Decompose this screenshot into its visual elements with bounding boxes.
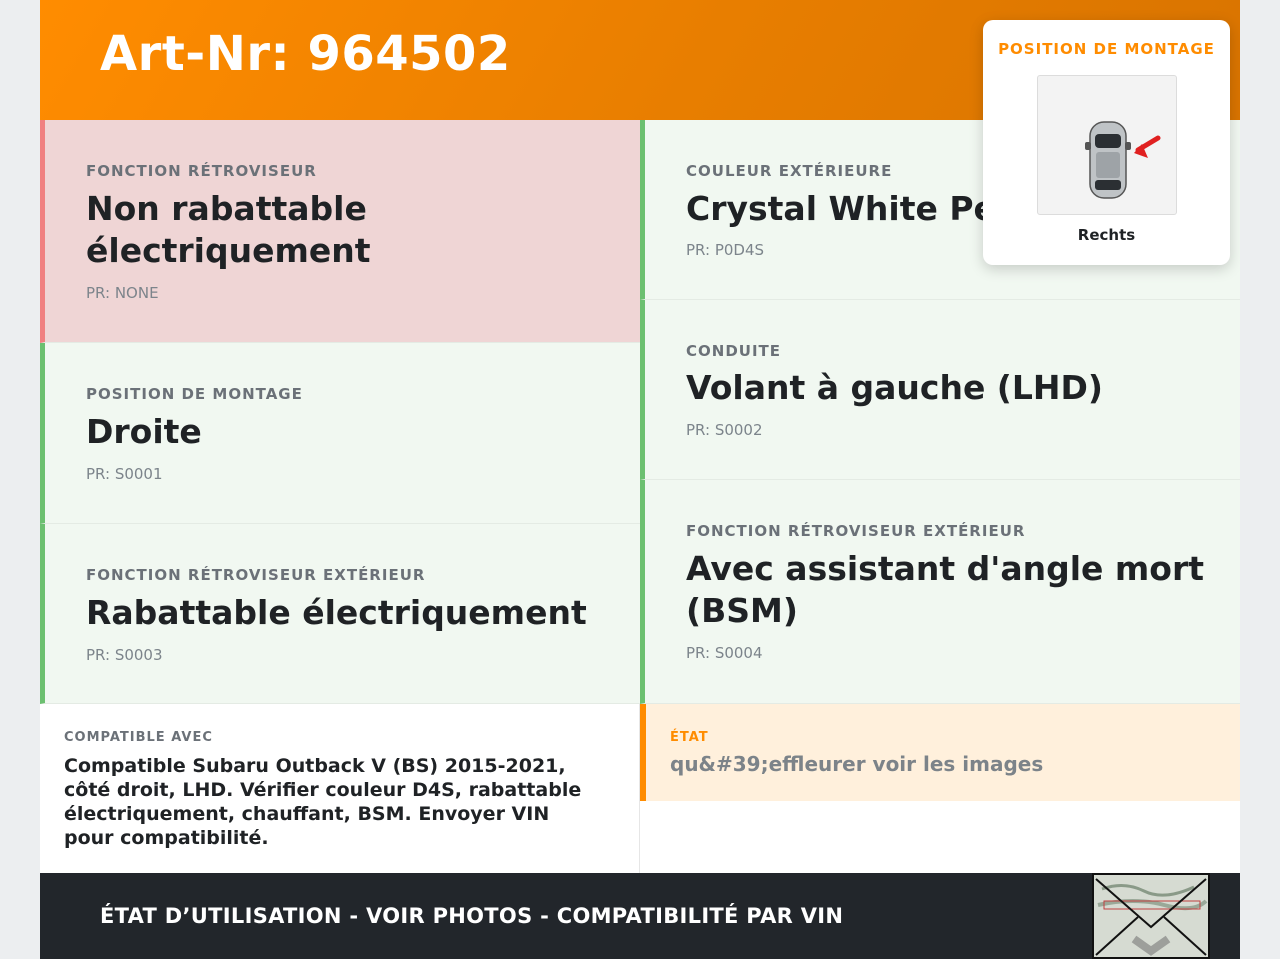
spec-value: électriquement xyxy=(86,231,371,270)
spec-card-mirror-function: FONCTION RÉTROVISEUR Non rabattable élec… xyxy=(40,120,640,343)
document-thumbnail[interactable] xyxy=(1092,873,1210,959)
spec-value: Avec assistant d'angle mort xyxy=(686,549,1205,588)
spec-label: FONCTION RÉTROVISEUR EXTÉRIEUR xyxy=(86,566,426,584)
spec-value: (BSM) xyxy=(686,591,798,630)
spec-value: Non rabattable xyxy=(86,189,367,228)
car-top-view-icon xyxy=(1085,121,1161,199)
footer-banner: ÉTAT D’UTILISATION - VOIR PHOTOS - COMPA… xyxy=(40,873,1240,959)
spec-card-blind-spot: FONCTION RÉTROVISEUR EXTÉRIEUR Avec assi… xyxy=(640,480,1240,704)
spec-pr-code: PR: S0004 xyxy=(686,644,763,662)
condition-box: ÉTAT qu&#39;effleurer voir les images xyxy=(640,704,1240,801)
spec-card-steering: CONDUITE Volant à gauche (LHD) PR: S0002 xyxy=(640,300,1240,480)
product-sheet: Art-Nr: 964502 FONCTION RÉTROVISEUR Non … xyxy=(40,0,1240,959)
popup-title: POSITION DE MONTAGE xyxy=(998,40,1215,58)
spec-label: FONCTION RÉTROVISEUR EXTÉRIEUR xyxy=(686,522,1026,540)
compatibility-box: COMPATIBLE AVEC Compatible Subaru Outbac… xyxy=(40,704,640,873)
spec-pr-code: PR: P0D4S xyxy=(686,241,765,259)
compatibility-label: COMPATIBLE AVEC xyxy=(64,730,213,745)
spec-value: Rabattable électriquement xyxy=(86,593,587,632)
spec-label: POSITION DE MONTAGE xyxy=(86,385,303,403)
spec-label: COULEUR EXTÉRIEURE xyxy=(686,162,893,180)
envelope-icon xyxy=(1094,875,1208,957)
mounting-position-image xyxy=(1037,75,1177,215)
spec-pr-code: PR: S0002 xyxy=(686,421,763,439)
spec-value: Volant à gauche (LHD) xyxy=(686,368,1104,407)
spec-pr-code: PR: S0003 xyxy=(86,646,163,664)
spec-card-exterior-mirror-function: FONCTION RÉTROVISEUR EXTÉRIEUR Rabattabl… xyxy=(40,524,640,704)
article-number-title: Art-Nr: 964502 xyxy=(100,26,511,82)
spec-pr-code: PR: NONE xyxy=(86,284,159,302)
mounting-position-popup: POSITION DE MONTAGE Rechts xyxy=(983,20,1230,265)
spec-pr-code: PR: S0001 xyxy=(86,465,163,483)
condition-label: ÉTAT xyxy=(670,730,709,745)
spec-label: CONDUITE xyxy=(686,342,782,360)
spec-card-mounting-position: POSITION DE MONTAGE Droite PR: S0001 xyxy=(40,343,640,524)
spec-value: Droite xyxy=(86,412,202,451)
popup-caption: Rechts xyxy=(1077,226,1136,244)
spec-label: FONCTION RÉTROVISEUR xyxy=(86,162,317,180)
footer-text: ÉTAT D’UTILISATION - VOIR PHOTOS - COMPA… xyxy=(100,904,844,928)
compatibility-text: Compatible Subaru Outback V (BS) 2015-20… xyxy=(64,755,582,849)
condition-text: qu&#39;effleurer voir les images xyxy=(670,752,1044,776)
